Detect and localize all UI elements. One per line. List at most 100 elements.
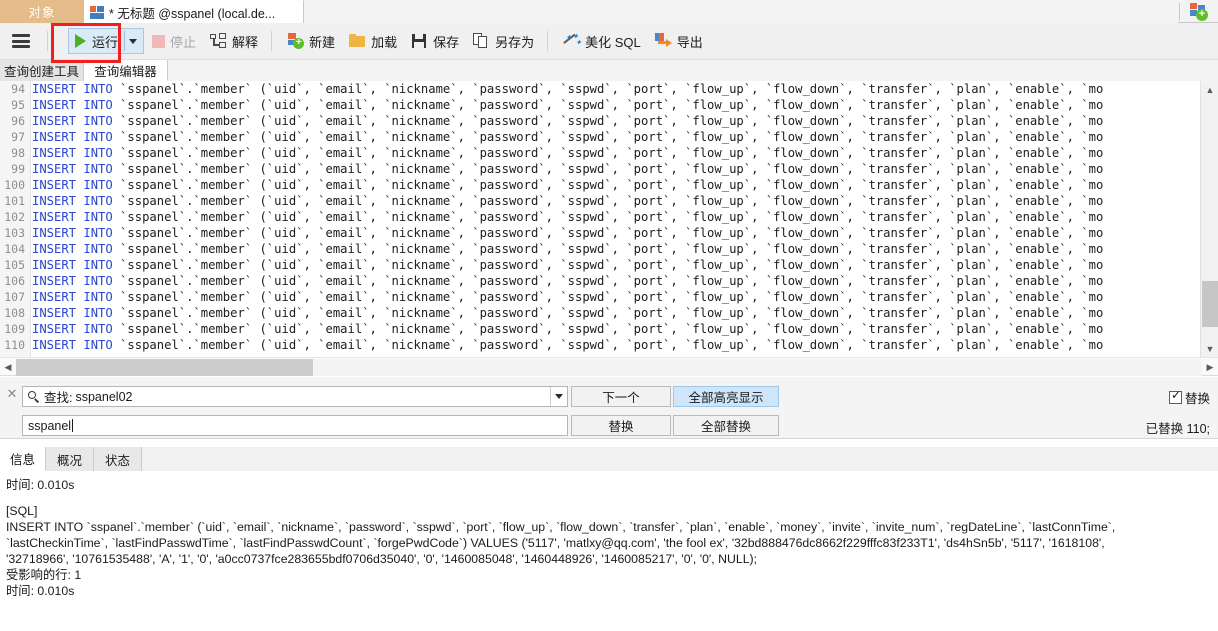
tab-query-editor[interactable]: * 无标题 @sspanel (local.de... xyxy=(84,0,304,23)
tab-query-editor-inner[interactable]: 查询编辑器 xyxy=(84,60,168,81)
line-number: 98 xyxy=(11,146,25,160)
sql-keyword: INSERT INTO xyxy=(32,274,113,288)
sql-code-line: INSERT INTO `sspanel`.`member` (`uid`, `… xyxy=(32,193,1200,209)
tab-query-editor-label: * 无标题 @sspanel (local.de... xyxy=(109,6,276,21)
line-number: 99 xyxy=(11,162,25,176)
line-number: 101 xyxy=(4,194,25,208)
export-button[interactable]: 导出 xyxy=(649,28,709,54)
result-panel-tabs: 信息 概况 状态 xyxy=(0,447,1218,471)
run-button[interactable]: 运行 xyxy=(68,28,145,54)
window-tabstrip: 对象 * 无标题 @sspanel (local.de... + xyxy=(0,0,1218,23)
scroll-left-icon[interactable]: ◀ xyxy=(0,358,16,376)
vertical-scrollbar-thumb[interactable] xyxy=(1202,281,1218,327)
replace-button[interactable]: 替换 xyxy=(571,415,671,436)
tabstrip-empty-area xyxy=(304,0,1178,23)
export-button-label: 导出 xyxy=(676,34,703,50)
tab-status-label: 状态 xyxy=(104,453,130,468)
scroll-down-icon[interactable]: ▼ xyxy=(1201,340,1218,357)
new-query-button-label: 新建 xyxy=(309,34,336,50)
sql-editor[interactable]: 94 95 96 97 98 99 100 101 102 103 104 105 106 107 108 1… xyxy=(0,81,1218,357)
replace-all-button[interactable]: 全部替换 xyxy=(673,415,779,436)
explain-button-label: 解释 xyxy=(232,34,259,50)
sql-line-body: `sspanel`.`member` (`uid`, `email`, `nic… xyxy=(112,82,1104,96)
save-button[interactable]: 保存 xyxy=(405,28,465,54)
toolbar-divider xyxy=(47,31,48,51)
save-as-button[interactable]: 另存为 xyxy=(467,28,540,54)
replace-input[interactable]: sspanel xyxy=(22,415,568,436)
dbeaver-like-sql-client-window: 对象 * 无标题 @sspanel (local.de... + 运行 停止 解… xyxy=(0,0,1218,631)
beautify-sql-button[interactable]: ✦ ✦ ✦ 美化 SQL xyxy=(557,28,647,54)
line-number: 94 xyxy=(11,82,25,96)
sql-keyword: INSERT INTO xyxy=(32,322,113,336)
replace-toggle-checkbox[interactable]: 替换 xyxy=(1168,388,1210,407)
sql-keyword: INSERT INTO xyxy=(32,194,113,208)
tab-object-label: 对象 xyxy=(28,6,56,20)
log-sql-line-2: `lastCheckinTime`, `lastFindPasswdTime`,… xyxy=(6,536,1105,550)
folder-open-icon xyxy=(349,33,366,49)
line-number: 109 xyxy=(4,322,25,336)
log-sql-tag: [SQL] xyxy=(6,504,38,518)
log-affected-rows: 受影响的行: 1 xyxy=(6,568,82,582)
hamburger-menu-icon[interactable] xyxy=(12,34,30,48)
log-spacer xyxy=(6,493,1212,503)
sql-code-line: INSERT INTO `sspanel`.`member` (`uid`, `… xyxy=(32,225,1200,241)
sql-code-line: INSERT INTO `sspanel`.`member` (`uid`, `… xyxy=(32,177,1200,193)
scroll-right-icon[interactable]: ▶ xyxy=(1202,358,1218,376)
stop-icon xyxy=(152,34,166,48)
highlight-all-button[interactable]: 全部高亮显示 xyxy=(673,386,779,407)
checkbox-checked-icon xyxy=(1168,389,1182,404)
tab-query-builder[interactable]: 查询创建工具 xyxy=(0,60,84,81)
line-number: 107 xyxy=(4,290,25,304)
replace-label: 替换 xyxy=(608,420,634,434)
find-history-dropdown[interactable] xyxy=(550,387,567,406)
sql-keyword: INSERT INTO xyxy=(32,130,113,144)
find-input[interactable]: 查找: sspanel02 xyxy=(22,386,568,407)
beautify-sql-button-label: 美化 SQL xyxy=(585,34,641,50)
replace-input-value: sspanel xyxy=(28,418,72,433)
line-number: 103 xyxy=(4,226,25,240)
scroll-up-icon[interactable]: ▲ xyxy=(1201,81,1218,98)
sql-code-line: INSERT INTO `sspanel`.`member` (`uid`, `… xyxy=(32,145,1200,161)
explain-button[interactable]: 解释 xyxy=(204,28,264,54)
horizontal-scrollbar-thumb[interactable] xyxy=(16,359,313,376)
sql-line-body: `sspanel`.`member` (`uid`, `email`, `nic… xyxy=(112,210,1104,224)
horizontal-scrollbar[interactable]: ◀ ▶ xyxy=(0,357,1218,376)
tab-info[interactable]: 信息 xyxy=(0,447,46,471)
replace-all-label: 全部替换 xyxy=(700,420,751,434)
vertical-scrollbar[interactable]: ▲ ▼ xyxy=(1200,81,1218,357)
log-time-top: 时间: 0.010s xyxy=(6,478,75,492)
find-input-label: 查找: xyxy=(44,391,73,405)
sql-keyword: INSERT INTO xyxy=(32,226,113,240)
tab-status[interactable]: 状态 xyxy=(94,447,142,471)
line-number: 106 xyxy=(4,274,25,288)
line-number: 108 xyxy=(4,306,25,320)
save-button-label: 保存 xyxy=(433,34,460,50)
find-next-button[interactable]: 下一个 xyxy=(571,386,671,407)
run-button-label: 运行 xyxy=(92,34,119,50)
line-number: 96 xyxy=(11,114,25,128)
new-query-button[interactable]: + 新建 xyxy=(281,28,341,54)
sql-code-line: INSERT INTO `sspanel`.`member` (`uid`, `… xyxy=(32,241,1200,257)
sql-line-body: `sspanel`.`member` (`uid`, `email`, `nic… xyxy=(112,98,1104,112)
tab-profile[interactable]: 概况 xyxy=(46,447,94,471)
sql-line-body: `sspanel`.`member` (`uid`, `email`, `nic… xyxy=(112,162,1104,176)
sql-line-body: `sspanel`.`member` (`uid`, `email`, `nic… xyxy=(112,306,1104,320)
new-file-icon: + xyxy=(287,33,305,49)
chevron-down-icon[interactable] xyxy=(129,38,138,44)
tab-object-pane[interactable]: 对象 xyxy=(0,0,84,23)
sql-keyword: INSERT INTO xyxy=(32,98,113,112)
load-button[interactable]: 加载 xyxy=(343,28,403,54)
sql-keyword: INSERT INTO xyxy=(32,82,113,96)
sql-code-area[interactable]: INSERT INTO `sspanel`.`member` (`uid`, `… xyxy=(32,81,1200,357)
sql-code-line: INSERT INTO `sspanel`.`member` (`uid`, `… xyxy=(32,273,1200,289)
replace-toggle-label: 替换 xyxy=(1184,392,1210,406)
tab-info-label: 信息 xyxy=(9,453,35,467)
line-number: 95 xyxy=(11,98,25,112)
sql-line-body: `sspanel`.`member` (`uid`, `email`, `nic… xyxy=(112,114,1104,128)
sql-line-body: `sspanel`.`member` (`uid`, `email`, `nic… xyxy=(112,258,1104,272)
new-connection-button[interactable]: + xyxy=(1182,1,1214,22)
line-number-gutter: 94 95 96 97 98 99 100 101 102 103 104 105 106 107 108 1… xyxy=(0,81,31,357)
execution-log[interactable]: 时间: 0.010s [SQL] INSERT INTO `sspanel`.`… xyxy=(0,471,1218,631)
save-as-icon xyxy=(473,33,490,49)
close-icon[interactable]: ✕ xyxy=(5,387,19,401)
